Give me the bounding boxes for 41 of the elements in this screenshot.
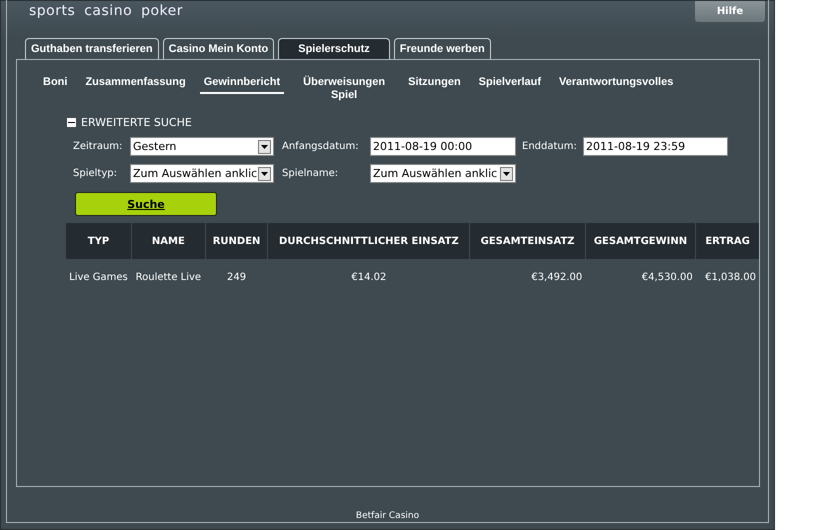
footer-text: Betfair Casino <box>354 511 420 521</box>
help-button[interactable]: Hilfe <box>695 1 765 22</box>
sub-tab[interactable]: Überweisungen Spiel <box>294 74 394 105</box>
field-label: Zeitraum: <box>73 141 122 152</box>
input-field[interactable]: 2011-08-19 00:00 <box>370 137 516 156</box>
column-header: NAME <box>131 223 206 259</box>
column-header: RUNDEN <box>205 223 268 259</box>
column-header: ERTRAG <box>696 223 759 259</box>
tab[interactable]: Freunde werben <box>394 38 491 59</box>
dropdown[interactable]: Zum Auswählen anklic <box>130 164 274 183</box>
column-header: TYP <box>66 223 132 259</box>
sub-tab[interactable]: Sitzungen <box>404 74 465 92</box>
field-label: Spieltyp: <box>73 168 117 179</box>
search-button[interactable]: Suche <box>75 192 217 216</box>
table-cell: Live Games <box>66 259 132 295</box>
tab[interactable]: Casino Mein Konto <box>162 38 274 59</box>
field-label: Anfangsdatum: <box>282 141 359 152</box>
table-cell: €3,492.00 <box>470 259 586 295</box>
column-header: GESAMTGEWINN <box>585 223 696 259</box>
table-cell: €4,530.00 <box>585 259 696 295</box>
table-cell: €14.02 <box>268 259 470 295</box>
dropdown[interactable]: Zum Auswählen anklic <box>370 164 516 183</box>
collapse-icon[interactable] <box>67 118 76 126</box>
brand-title: sports casino poker <box>29 3 184 19</box>
field-label: Enddatum: <box>522 141 577 152</box>
tab[interactable]: Spielerschutz <box>278 38 390 59</box>
section-title: ERWEITERTE SUCHE <box>81 116 192 128</box>
sub-tab[interactable]: Gewinnbericht <box>200 74 284 94</box>
field-label: Spielname: <box>282 168 338 179</box>
column-header: DURCHSCHNITTLICHER EINSATZ <box>268 223 470 259</box>
sub-tab[interactable]: Boni <box>39 74 72 92</box>
input-field[interactable]: 2011-08-19 23:59 <box>583 137 728 156</box>
table-cell: €1,038.00 <box>696 259 759 295</box>
sub-tab[interactable]: Spielverlauf <box>474 74 546 92</box>
tab[interactable]: Guthaben transferieren <box>25 38 159 59</box>
column-header: GESAMTEINSATZ <box>470 223 586 259</box>
table-cell: 249 <box>205 259 268 295</box>
sub-tab[interactable]: Zusammenfassung <box>81 74 190 92</box>
sub-tab[interactable]: Verantwortungsvolles <box>555 74 678 92</box>
table-cell: Roulette Live <box>131 259 206 295</box>
dropdown[interactable]: Gestern <box>130 137 274 156</box>
